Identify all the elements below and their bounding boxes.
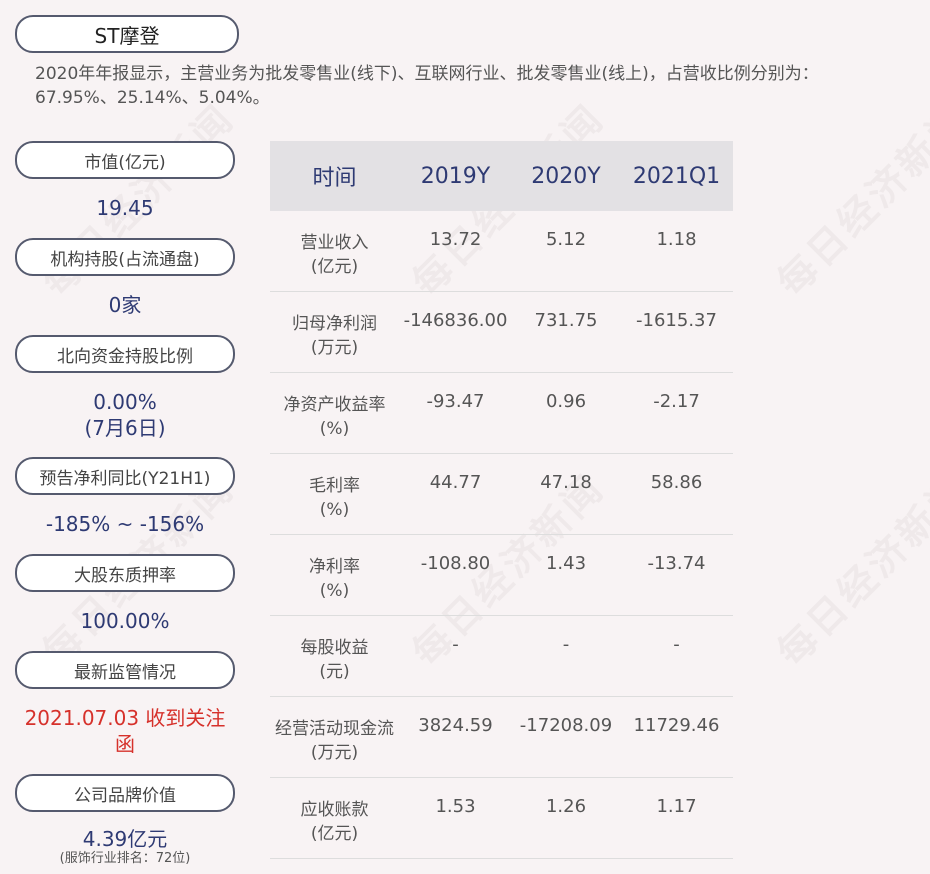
cell-value: 11729.46: [620, 696, 733, 778]
table-row: 净利率 (%) -108.80 1.43 -13.74: [270, 534, 733, 616]
cell-value: -: [399, 615, 512, 697]
cell-value: 1.18: [620, 211, 733, 292]
northbound-holding-date: (7月6日): [84, 416, 166, 440]
row-label-text: 经营活动现金流: [275, 719, 394, 739]
table-row: 每股收益 (元) - - -: [270, 615, 733, 697]
regulatory-status-label: 最新监管情况: [15, 651, 235, 689]
row-label-unit: (元): [319, 662, 350, 682]
cell-value: 5.12: [512, 211, 620, 292]
cell-value: 47.18: [512, 453, 620, 535]
brand-value-value: 4.39亿元: [82, 827, 168, 851]
row-label: 净资产收益率 (%): [270, 372, 399, 454]
row-label-unit: (%): [319, 581, 350, 601]
metrics-column: 市值(亿元) 19.45 机构持股(占流通盘) 0家 北向资金持股比例 0.00…: [15, 141, 235, 866]
row-label-text: 每股收益: [300, 638, 369, 658]
cell-value: -: [512, 615, 620, 697]
row-label-unit: (%): [319, 500, 350, 520]
header-2020: 2020Y: [512, 141, 620, 211]
institutional-holding-label: 机构持股(占流通盘): [15, 238, 235, 276]
row-label: 毛利率 (%): [270, 453, 399, 535]
row-label-unit: (亿元): [310, 824, 359, 844]
table-row: 营业收入 (亿元) 13.72 5.12 1.18: [270, 211, 733, 292]
row-label: 归母净利润 (万元): [270, 291, 399, 373]
cell-value: 44.77: [399, 453, 512, 535]
pledge-ratio-value: 100.00%: [80, 609, 170, 633]
table-row: 净资产收益率 (%) -93.47 0.96 -2.17: [270, 372, 733, 454]
regulatory-status-value: 2021.07.03 收到关注函: [24, 706, 226, 756]
cell-value: 1.17: [620, 777, 733, 859]
table-row: 毛利率 (%) 44.77 47.18 58.86: [270, 453, 733, 535]
watermark: 每日经济新闻: [768, 465, 930, 675]
cell-value: 1.53: [399, 777, 512, 859]
cell-value: -17208.09: [512, 696, 620, 778]
cell-value: 0.96: [512, 372, 620, 454]
profit-forecast-label: 预告净利同比(Y21H1): [15, 457, 235, 495]
brand-value-label: 公司品牌价值: [15, 774, 235, 812]
row-label-text: 毛利率: [309, 476, 360, 496]
financial-table: 时间 2019Y 2020Y 2021Q1 营业收入 (亿元) 13.72 5.1…: [270, 141, 733, 859]
northbound-holding-value: 0.00%: [93, 390, 157, 414]
row-label-text: 营业收入: [300, 233, 369, 253]
market-cap-value: 19.45: [96, 196, 154, 220]
table-row: 归母净利润 (万元) -146836.00 731.75 -1615.37: [270, 291, 733, 373]
northbound-holding-label: 北向资金持股比例: [15, 335, 235, 373]
company-title: ST摩登: [15, 15, 239, 53]
cell-value: 731.75: [512, 291, 620, 373]
profit-forecast-value: -185% ~ -156%: [45, 512, 205, 536]
row-label-unit: (万元): [310, 743, 359, 763]
brand-value-rank: (服饰行业排名：72位): [59, 851, 191, 866]
row-label-unit: (亿元): [310, 257, 359, 277]
row-label-unit: (%): [319, 419, 350, 439]
cell-value: 58.86: [620, 453, 733, 535]
row-label-text: 净资产收益率: [283, 395, 386, 415]
cell-value: -146836.00: [399, 291, 512, 373]
pledge-ratio-label: 大股东质押率: [15, 554, 235, 592]
header-2021q1: 2021Q1: [620, 141, 733, 211]
table-row: 应收账款 (亿元) 1.53 1.26 1.17: [270, 777, 733, 859]
row-label-unit: (万元): [310, 338, 359, 358]
cell-value: 1.43: [512, 534, 620, 616]
row-label-text: 归母净利润: [292, 314, 377, 334]
watermark: 每日经济新闻: [768, 95, 930, 305]
header-time: 时间: [270, 141, 399, 211]
header-2019: 2019Y: [399, 141, 512, 211]
cell-value: -93.47: [399, 372, 512, 454]
business-summary: 2020年年报显示，主营业务为批发零售业(线下)、互联网行业、批发零售业(线上)…: [35, 64, 819, 108]
cell-value: 3824.59: [399, 696, 512, 778]
market-cap-label: 市值(亿元): [15, 141, 235, 179]
cell-value: -: [620, 615, 733, 697]
row-label: 每股收益 (元): [270, 615, 399, 697]
table-row: 经营活动现金流 (万元) 3824.59 -17208.09 11729.46: [270, 696, 733, 778]
cell-value: 1.26: [512, 777, 620, 859]
row-label-text: 净利率: [309, 557, 360, 577]
row-label: 经营活动现金流 (万元): [270, 696, 399, 778]
row-label: 应收账款 (亿元): [270, 777, 399, 859]
cell-value: -13.74: [620, 534, 733, 616]
institutional-holding-value: 0家: [108, 293, 142, 317]
cell-value: -2.17: [620, 372, 733, 454]
cell-value: -1615.37: [620, 291, 733, 373]
row-label: 净利率 (%): [270, 534, 399, 616]
row-label-text: 应收账款: [300, 800, 369, 820]
table-header-row: 时间 2019Y 2020Y 2021Q1: [270, 141, 733, 211]
cell-value: 13.72: [399, 211, 512, 292]
row-label: 营业收入 (亿元): [270, 211, 399, 292]
cell-value: -108.80: [399, 534, 512, 616]
